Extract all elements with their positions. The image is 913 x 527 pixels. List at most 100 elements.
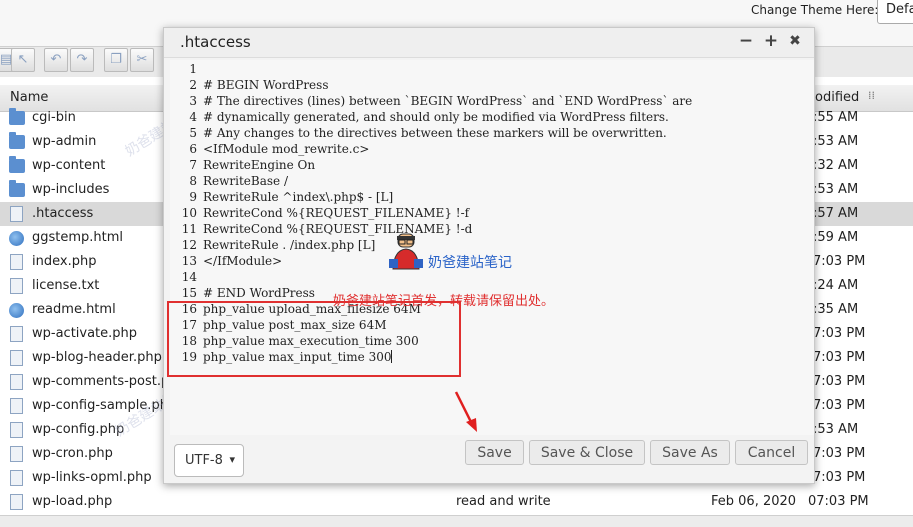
- dialog-title: .htaccess: [180, 33, 251, 51]
- line-number: 15: [181, 286, 197, 300]
- file-modified-time: :57 AM: [813, 206, 859, 221]
- folder-icon: [9, 132, 25, 149]
- encoding-value: UTF-8: [185, 453, 223, 468]
- save-close-button[interactable]: Save & Close: [529, 440, 645, 465]
- line-number: 8: [189, 174, 197, 188]
- mascot-logo-icon: [389, 233, 423, 270]
- file-icon: [10, 254, 23, 270]
- file-row[interactable]: wp-load.php read and write Feb 06, 2020 07:…: [0, 490, 913, 514]
- cancel-button[interactable]: Cancel: [735, 440, 808, 465]
- encoding-select[interactable]: UTF-8 ▾: [174, 444, 244, 477]
- column-name[interactable]: Name: [10, 90, 48, 105]
- red-arrow-icon: [454, 391, 477, 432]
- select-icon[interactable]: ↖: [11, 48, 35, 72]
- file-name: readme.html: [32, 302, 116, 317]
- line-text: # Any changes to the directives between …: [203, 126, 667, 140]
- column-modified[interactable]: odified: [815, 90, 859, 105]
- file-modified-time: 7:03 PM: [813, 350, 866, 365]
- file-name: ggstemp.html: [32, 230, 124, 245]
- file-name: wp-load.php: [32, 494, 113, 509]
- file-modified-time: 7:03 PM: [813, 470, 866, 485]
- file-modified-time: 7:03 PM: [813, 374, 866, 389]
- file-modified-time: :35 AM: [813, 302, 859, 317]
- line-number: 13: [181, 254, 197, 268]
- folder-icon: [9, 108, 25, 125]
- file-icon: [10, 374, 23, 390]
- theme-select[interactable]: Defa: [877, 0, 913, 24]
- watermark-notice: 奶爸建站笔记首发，转载请保留出处。: [333, 294, 555, 309]
- status-strip: [0, 515, 913, 527]
- file-modified-time: :59 AM: [813, 230, 859, 245]
- file-modified-time: 7:03 PM: [813, 446, 866, 461]
- line-text: RewriteBase /: [203, 174, 288, 188]
- folder-icon: [9, 156, 25, 173]
- dialog-titlebar[interactable]: .htaccess − + ✖: [164, 28, 814, 58]
- line-number: 12: [181, 238, 197, 252]
- file-permissions: read and write: [456, 494, 551, 509]
- file-modified-time: :55 AM: [813, 110, 859, 125]
- line-text: </IfModule>: [203, 254, 283, 268]
- file-name: wp-cron.php: [32, 446, 113, 461]
- file-icon: [10, 206, 23, 222]
- file-modified-time: 7:03 PM: [813, 254, 866, 269]
- maximize-icon[interactable]: +: [762, 31, 780, 51]
- line-number: 1: [189, 62, 197, 76]
- folder-icon: [9, 180, 25, 197]
- file-icon: [10, 350, 23, 366]
- file-icon: [10, 446, 23, 462]
- file-name: wp-admin: [32, 134, 97, 149]
- file-icon: [10, 494, 23, 510]
- line-number: 5: [189, 126, 197, 140]
- highlight-box: [167, 301, 461, 377]
- chevron-down-icon: ▾: [229, 453, 235, 466]
- line-text: RewriteRule . /index.php [L]: [203, 238, 376, 252]
- file-name: license.txt: [32, 278, 100, 293]
- file-modified-time: 7:03 PM: [813, 398, 866, 413]
- cut-icon[interactable]: ✂: [130, 48, 154, 72]
- line-text: RewriteCond %{REQUEST_FILENAME} !-d: [203, 222, 473, 236]
- save-as-button[interactable]: Save As: [650, 440, 730, 465]
- line-text: <IfModule mod_rewrite.c>: [203, 142, 370, 156]
- file-name: cgi-bin: [32, 110, 76, 125]
- file-modified-time: 07:03 PM: [808, 494, 869, 509]
- watermark-brand: 奶爸建站笔记: [428, 255, 512, 271]
- file-name: wp-comments-post.p: [32, 374, 170, 389]
- file-modified-time: :53 AM: [813, 134, 859, 149]
- change-theme-label: Change Theme Here:: [751, 3, 879, 17]
- file-name: wp-includes: [32, 182, 110, 197]
- file-icon: [10, 278, 23, 294]
- line-text: RewriteEngine On: [203, 158, 316, 172]
- column-resize-handle-icon[interactable]: ⁞⁞: [868, 89, 875, 102]
- file-modified-time: :24 AM: [813, 278, 859, 293]
- line-text: # BEGIN WordPress: [203, 78, 329, 92]
- file-icon: [10, 470, 23, 486]
- redo-icon[interactable]: ↷: [70, 48, 94, 72]
- line-text: # The directives (lines) between `BEGIN …: [203, 94, 693, 108]
- file-name: .htaccess: [32, 206, 94, 221]
- file-name: wp-blog-header.php: [32, 350, 162, 365]
- file-name: wp-content: [32, 158, 106, 173]
- file-icon: [10, 398, 23, 414]
- file-modified-time: :32 AM: [813, 158, 859, 173]
- copy-icon[interactable]: ❐: [104, 48, 128, 72]
- file-icon: [10, 326, 23, 342]
- line-text: RewriteCond %{REQUEST_FILENAME} !-f: [203, 206, 470, 220]
- line-number: 4: [189, 110, 197, 124]
- line-number: 14: [181, 270, 197, 284]
- file-name: wp-links-opml.php: [32, 470, 152, 485]
- line-number: 2: [189, 78, 197, 92]
- file-modified-time: 7:03 PM: [813, 326, 866, 341]
- html-file-icon: [9, 231, 24, 246]
- line-number: 10: [181, 206, 197, 220]
- close-icon[interactable]: ✖: [786, 33, 804, 49]
- line-number: 9: [189, 190, 197, 204]
- minimize-icon[interactable]: −: [737, 31, 755, 51]
- line-text: # END WordPress: [203, 286, 315, 300]
- code-editor[interactable]: 1 2 # BEGIN WordPress 3 # The directives (li…: [170, 60, 814, 435]
- line-text: RewriteRule ^index\.php$ - [L]: [203, 190, 394, 204]
- save-button[interactable]: Save: [465, 440, 524, 465]
- file-modified-time: :53 AM: [813, 422, 859, 437]
- file-name: wp-activate.php: [32, 326, 138, 341]
- undo-icon[interactable]: ↶: [44, 48, 68, 72]
- html-file-icon: [9, 303, 24, 318]
